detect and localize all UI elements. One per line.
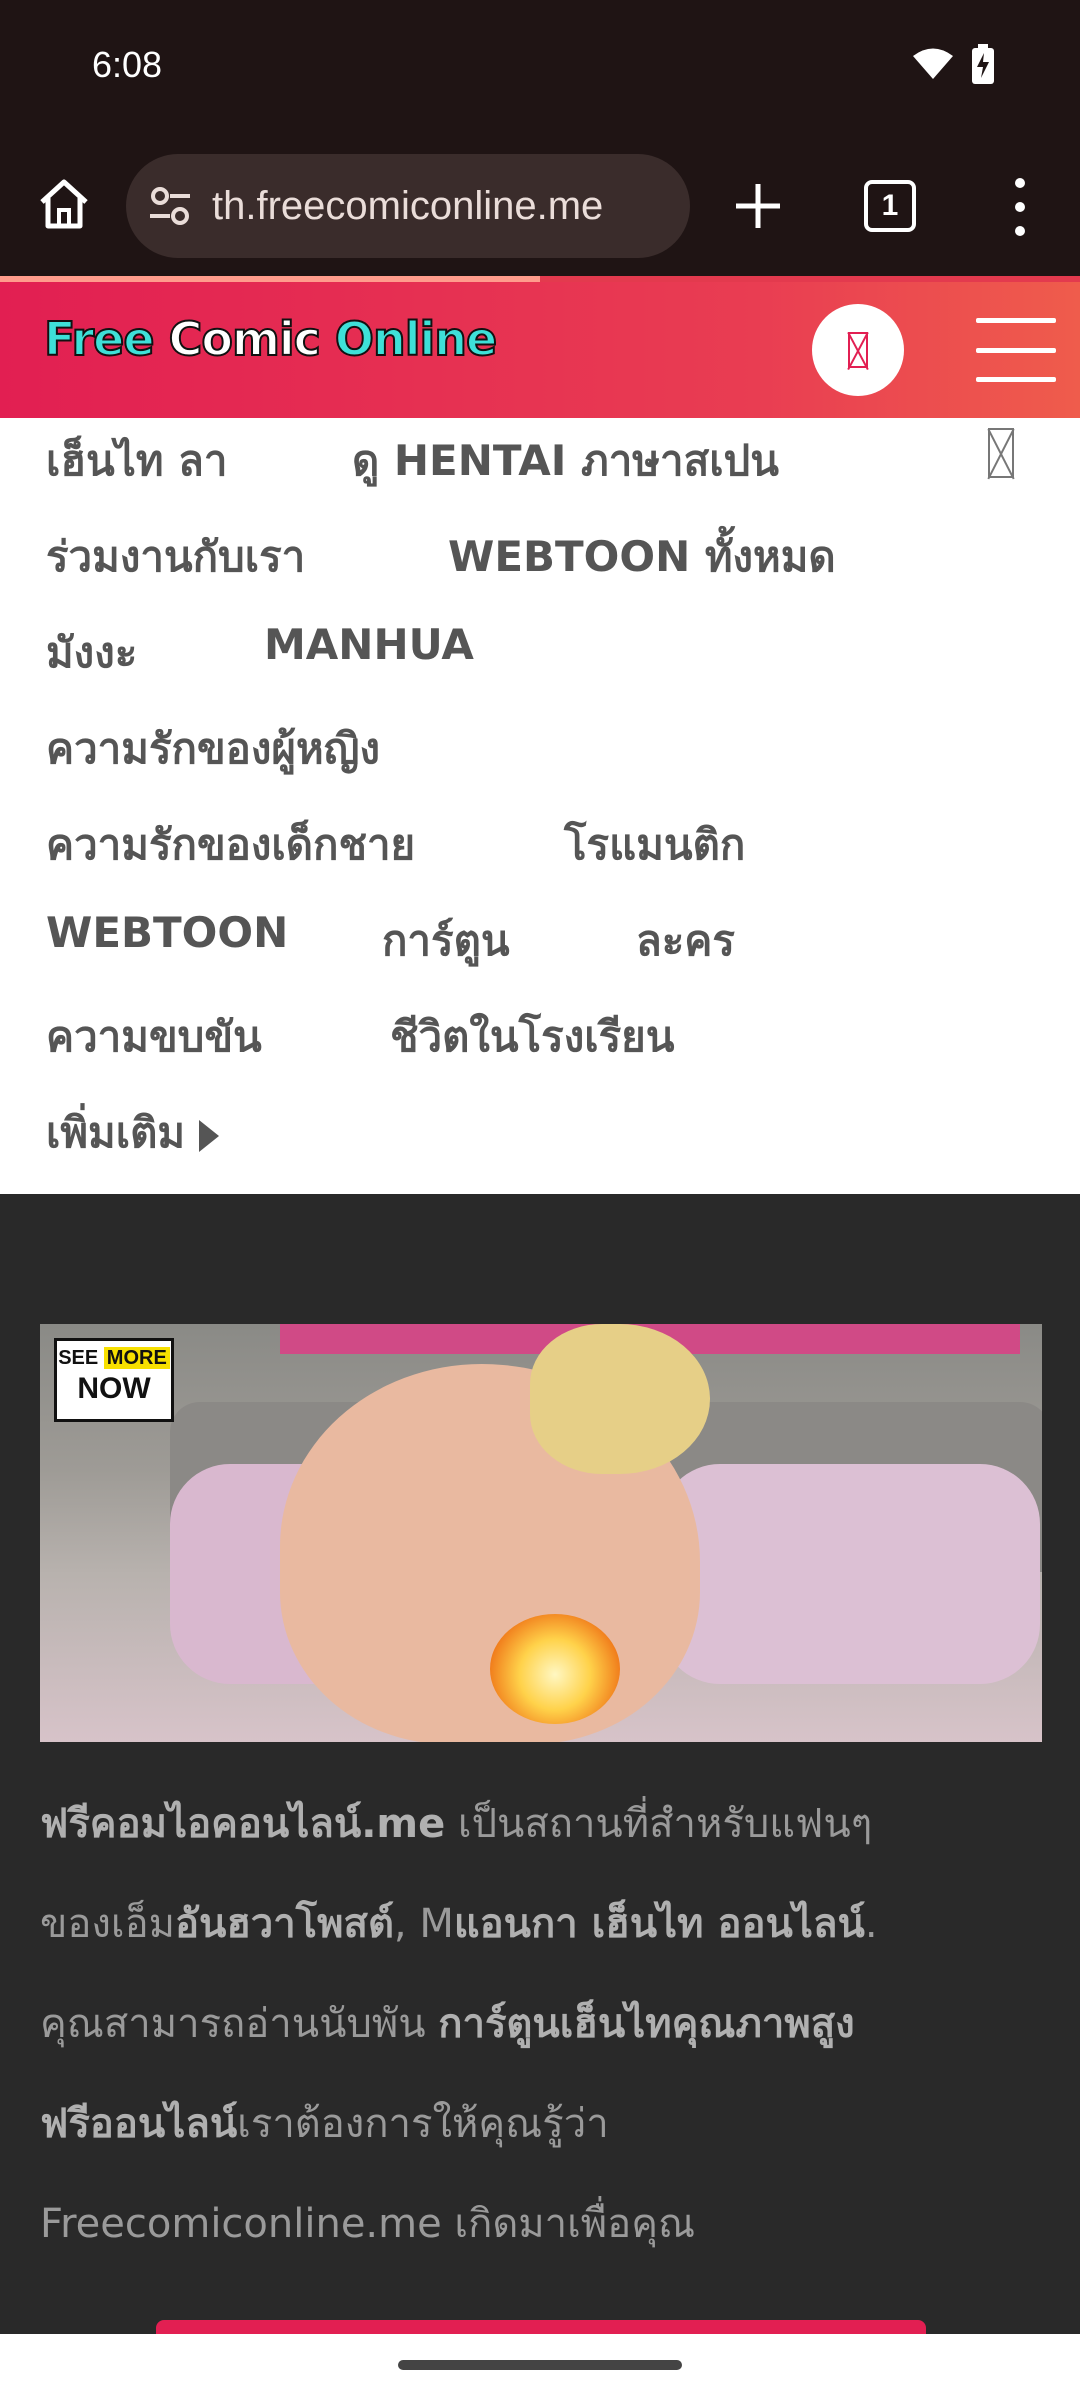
ad-banner[interactable]: SEE MORE NOW <box>40 1324 1042 1742</box>
close-icon[interactable] <box>988 428 1014 478</box>
battery-charging-icon <box>972 44 994 84</box>
search-icon <box>848 332 868 368</box>
cta-button-edge[interactable] <box>156 2320 926 2334</box>
status-icons <box>912 44 994 84</box>
nav-item-more-label: เพิ่มเติม <box>46 1108 186 1157</box>
nav-item-drama[interactable]: ละคร <box>636 908 735 974</box>
wifi-icon <box>913 48 953 79</box>
more-vert-icon[interactable] <box>1000 172 1040 242</box>
plus-icon[interactable] <box>728 176 788 236</box>
ad-badge-see: SEE <box>58 1347 99 1369</box>
tab-count: 1 <box>881 189 899 222</box>
browser-toolbar: th.freecomiconline.me 1 <box>0 136 1080 278</box>
logo-word-free: Free <box>43 311 156 367</box>
nav-item-manga[interactable]: มังงะ <box>46 620 137 686</box>
hamburger-icon[interactable] <box>976 318 1056 382</box>
censor-sticker <box>490 1614 620 1724</box>
nav-item-webtoon[interactable]: WEBTOON <box>46 908 288 957</box>
nav-item-comedy[interactable]: ความขบขัน <box>46 1004 262 1070</box>
gesture-handle[interactable] <box>398 2360 682 2370</box>
ad-see-more-badge[interactable]: SEE MORE NOW <box>54 1338 174 1422</box>
home-icon[interactable] <box>34 174 94 234</box>
desc-line-2: ของเอ็มอันฮวาโพสต์, Mแอนกา เฮ็นไท ออนไลน… <box>40 1901 878 1947</box>
status-bar: 6:08 <box>0 0 1080 136</box>
ad-badge-now: NOW <box>77 1372 151 1405</box>
logo-word-online: Online <box>334 311 498 367</box>
caret-right-icon <box>199 1119 220 1152</box>
nav-item-more[interactable]: เพิ่มเติม <box>46 1100 220 1166</box>
status-time: 6:08 <box>92 44 163 85</box>
tune-icon[interactable] <box>146 182 194 230</box>
nav-item-girls-love[interactable]: ความรักของผู้หญิง <box>46 716 380 782</box>
tab-switcher-icon[interactable]: 1 <box>864 180 916 232</box>
search-button[interactable] <box>812 304 904 396</box>
url-text[interactable]: th.freecomiconline.me <box>212 184 603 229</box>
site-header: Free Comic Online <box>0 282 1080 418</box>
address-bar[interactable]: th.freecomiconline.me <box>126 154 690 258</box>
nav-item-boys-love[interactable]: ความรักของเด็กชาย <box>46 812 415 878</box>
nav-item-work-with-us[interactable]: ร่วมงานกับเรา <box>46 524 305 590</box>
desc-line-3: คุณสามารถอ่านนับพัน การ์ตูนเฮ็นไทคุณภาพส… <box>40 2001 855 2047</box>
nav-item-hentai-la[interactable]: เฮ็นไท ลา <box>46 428 227 494</box>
desc-line-5: Freecomiconline.me เกิดมาเพื่อคุณ <box>40 2201 696 2247</box>
desc-site-name: ฟรีคอมไอคอนไลน์.me <box>40 1801 446 1847</box>
nav-item-school-life[interactable]: ชีวิตในโรงเรียน <box>390 1004 674 1070</box>
desc-line-4: ฟรีออนไลน์เราต้องการให้คุณรู้ว่า <box>40 2101 609 2147</box>
main-content: SEE MORE NOW ฟรีคอมไอคอนไลน์.me เป็นสถาน… <box>0 1194 1080 2334</box>
ad-badge-more: MORE <box>103 1347 170 1369</box>
nav-item-cartoon[interactable]: การ์ตูน <box>382 908 510 974</box>
nav-item-all-webtoon[interactable]: WEBTOON ทั้งหมด <box>448 524 836 590</box>
site-logo[interactable]: Free Comic Online <box>43 311 498 367</box>
nav-item-hentai-spanish[interactable]: ดู HENTAI ภาษาสเปน <box>352 428 779 494</box>
desc-line-1: ฟรีคอมไอคอนไลน์.me เป็นสถานที่สำหรับแฟนๆ <box>40 1801 873 1847</box>
nav-item-manhua[interactable]: MANHUA <box>264 620 474 669</box>
nav-menu: เฮ็นไท ลา ดู HENTAI ภาษาสเปน ร่วมงานกับเ… <box>0 418 1080 1194</box>
logo-word-comic: Comic <box>168 311 322 367</box>
site-description: ฟรีคอมไอคอนไลน์.me เป็นสถานที่สำหรับแฟนๆ… <box>40 1774 1050 2274</box>
nav-item-romantic[interactable]: โรแมนติก <box>564 812 745 878</box>
